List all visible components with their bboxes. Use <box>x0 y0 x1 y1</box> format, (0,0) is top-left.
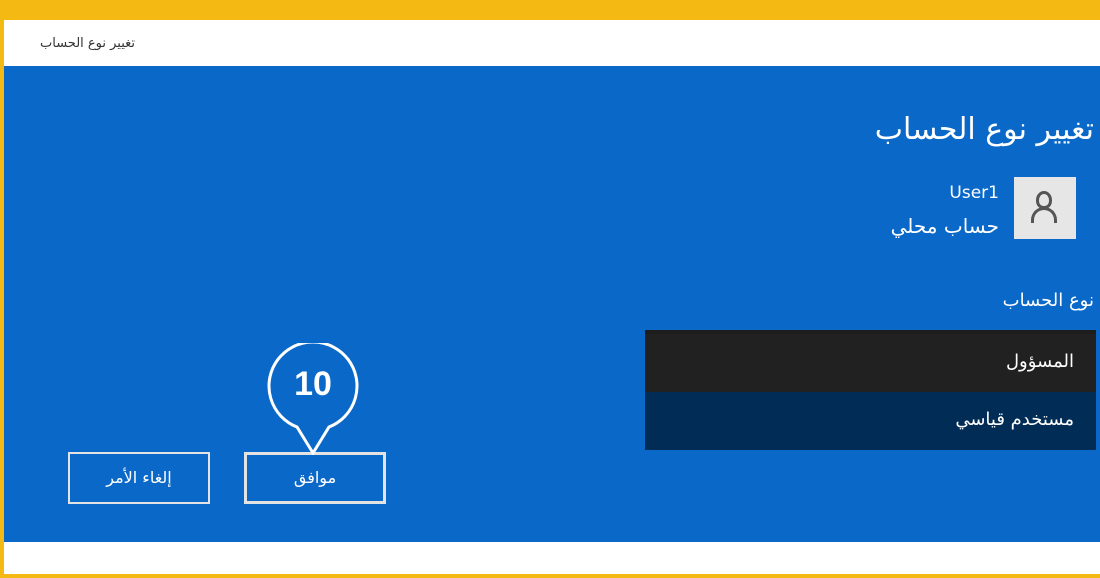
user-account-type: حساب محلي <box>890 214 999 238</box>
step-number: 10 <box>294 365 332 403</box>
frame-bottom-band <box>0 574 1100 578</box>
window-titlebar: تغيير نوع الحساب <box>4 20 1100 66</box>
account-type-option-standard-user[interactable]: مستخدم قياسي <box>645 392 1096 450</box>
option-label-standard-user: مستخدم قياسي <box>955 409 1074 430</box>
option-label-administrator: المسؤول <box>1005 351 1074 372</box>
account-type-option-administrator[interactable]: المسؤول <box>645 334 1096 392</box>
window-bottom-strip <box>4 542 1100 574</box>
account-type-label: نوع الحساب <box>1002 290 1094 311</box>
account-type-listbox[interactable]: المسؤول مستخدم قياسي <box>645 330 1096 450</box>
user-avatar <box>1014 177 1076 239</box>
page-title: تغيير نوع الحساب <box>874 112 1094 147</box>
user-icon-shoulders <box>1031 207 1057 223</box>
frame-top-band <box>0 0 1100 20</box>
user-name: User1 <box>949 183 999 203</box>
window-title: تغيير نوع الحساب <box>40 36 136 51</box>
step-callout: 10 <box>266 340 360 456</box>
ok-button[interactable]: موافق <box>244 452 386 504</box>
cancel-button[interactable]: إلغاء الأمر <box>68 452 210 504</box>
